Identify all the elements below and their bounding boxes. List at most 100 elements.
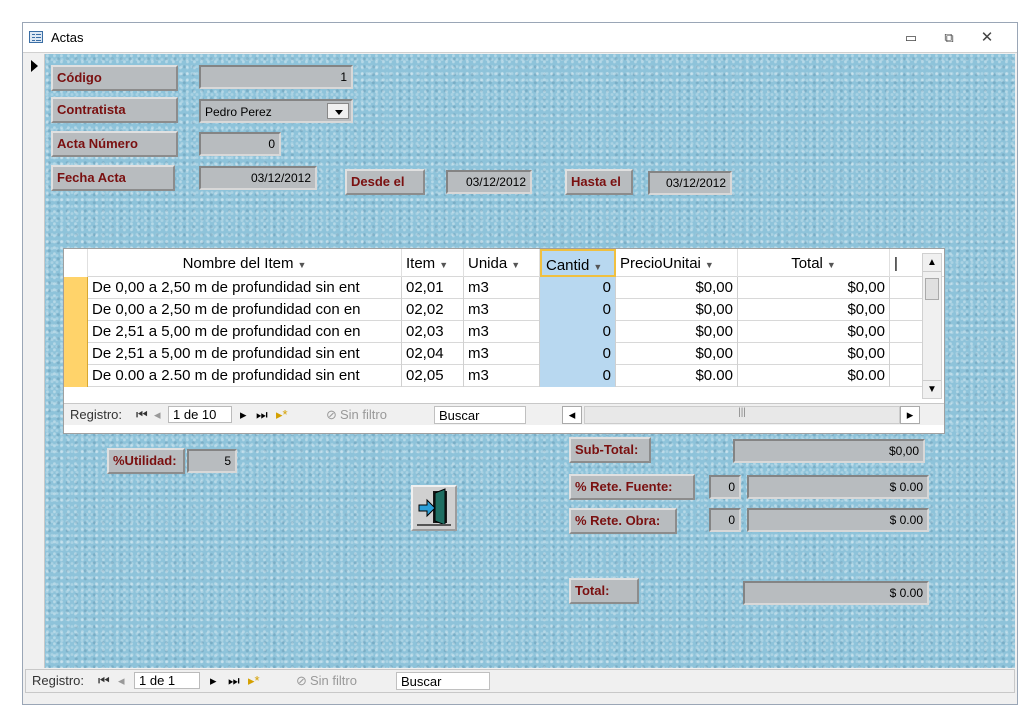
fecha-acta-field[interactable]: 03/12/2012 <box>199 166 317 190</box>
grid-position-field[interactable]: 1 de 10 <box>168 406 232 423</box>
table-row[interactable]: De 0,00 a 2,50 m de profundidad sin ent 0… <box>64 277 924 299</box>
cell-nombre[interactable]: De 0.00 a 2.50 m de profundidad sin ent <box>88 365 402 387</box>
first-record-icon[interactable]: ⏮ <box>136 407 148 423</box>
cell-cantidad[interactable]: 0 <box>540 277 616 299</box>
cell-nombre[interactable]: De 0,00 a 2,50 m de profundidad con en <box>88 299 402 321</box>
form-filter-label[interactable]: Sin filtro <box>310 673 357 688</box>
form-record-navigator: Registro: ⏮ ◂ 1 de 1 ▸ ⏭ ▸* ⊘ Sin filtro… <box>25 669 1015 693</box>
hasta-field[interactable]: 03/12/2012 <box>648 171 732 195</box>
cell-precio[interactable]: $0,00 <box>616 321 738 343</box>
last-record-icon[interactable]: ⏭ <box>228 673 240 689</box>
row-selector[interactable] <box>64 321 88 343</box>
desde-field[interactable]: 03/12/2012 <box>446 170 532 194</box>
total-field: $ 0.00 <box>743 581 929 605</box>
row-selector[interactable] <box>64 277 88 299</box>
rete-obra-pct[interactable]: 0 <box>709 508 741 532</box>
new-record-icon[interactable]: ▸* <box>248 673 260 689</box>
prev-record-icon[interactable]: ◂ <box>118 673 125 689</box>
scroll-thumb[interactable] <box>925 278 939 300</box>
chevron-down-icon[interactable] <box>327 103 349 119</box>
chevron-down-icon: ▼ <box>826 260 836 270</box>
grid-search-input[interactable]: Buscar <box>434 406 526 424</box>
cell-item[interactable]: 02,04 <box>402 343 464 365</box>
chevron-down-icon: ▼ <box>511 260 521 270</box>
row-selector[interactable] <box>64 343 88 365</box>
cell-nombre[interactable]: De 0,00 a 2,50 m de profundidad sin ent <box>88 277 402 299</box>
minimize-button[interactable]: ▭ <box>901 29 921 47</box>
col-unidad[interactable]: Unida ▼ <box>464 249 540 277</box>
grid-filter-label[interactable]: Sin filtro <box>340 407 387 422</box>
col-extra[interactable]: | <box>890 249 920 277</box>
cell-precio[interactable]: $0,00 <box>616 343 738 365</box>
utilidad-field[interactable]: 5 <box>187 449 237 473</box>
cell-total[interactable]: $0.00 <box>738 365 890 387</box>
cell-unidad[interactable]: m3 <box>464 321 540 343</box>
col-cantidad[interactable]: Cantid ▼ <box>540 249 616 277</box>
desde-label: Desde el <box>345 169 425 195</box>
table-row[interactable]: De 2,51 a 5,00 m de profundidad sin ent 0… <box>64 343 924 365</box>
record-selector[interactable] <box>25 54 45 668</box>
new-record-icon[interactable]: ▸* <box>276 407 288 423</box>
cell-unidad[interactable]: m3 <box>464 343 540 365</box>
filter-icon[interactable]: ⊘ <box>326 407 337 423</box>
scroll-down-icon[interactable]: ▼ <box>923 380 941 398</box>
prev-record-icon[interactable]: ◂ <box>154 407 161 423</box>
cell-precio[interactable]: $0,00 <box>616 299 738 321</box>
row-selector[interactable] <box>64 299 88 321</box>
col-precio[interactable]: PrecioUnitai ▼ <box>616 249 738 277</box>
grid-vertical-scrollbar[interactable]: ▲ ▼ <box>922 253 942 399</box>
grid-horizontal-scrollbar[interactable]: ||| <box>584 406 900 424</box>
scroll-right-icon[interactable]: ▸ <box>900 406 920 424</box>
contratista-combo[interactable]: Pedro Perez <box>199 99 353 123</box>
cell-item[interactable]: 02,03 <box>402 321 464 343</box>
scroll-left-icon[interactable]: ◂ <box>562 406 582 424</box>
col-nombre[interactable]: Nombre del Item ▼ <box>88 249 402 277</box>
last-record-icon[interactable]: ⏭ <box>256 407 268 423</box>
cell-precio[interactable]: $0,00 <box>616 277 738 299</box>
cell-item[interactable]: 02,02 <box>402 299 464 321</box>
codigo-field[interactable]: 1 <box>199 65 353 89</box>
cell-unidad[interactable]: m3 <box>464 299 540 321</box>
restore-button[interactable]: ⧉ <box>939 29 959 47</box>
cell-precio[interactable]: $0.00 <box>616 365 738 387</box>
table-row[interactable]: De 0.00 a 2.50 m de profundidad sin ent 0… <box>64 365 924 387</box>
col-item[interactable]: Item ▼ <box>402 249 464 277</box>
cell-cantidad[interactable]: 0 <box>540 299 616 321</box>
next-record-icon[interactable]: ▸ <box>210 673 217 689</box>
exit-door-icon <box>417 488 451 526</box>
cell-item[interactable]: 02,05 <box>402 365 464 387</box>
contratista-value: Pedro Perez <box>205 105 272 119</box>
items-subform: Nombre del Item ▼ Item ▼ Unida ▼ Cantid ▼ Pr… <box>63 248 945 434</box>
cell-total[interactable]: $0,00 <box>738 343 890 365</box>
scroll-up-icon[interactable]: ▲ <box>923 254 941 272</box>
cell-cantidad[interactable]: 0 <box>540 343 616 365</box>
close-button[interactable]: ✕ <box>977 29 997 47</box>
table-row[interactable]: De 2,51 a 5,00 m de profundidad con en 02… <box>64 321 924 343</box>
table-row[interactable]: De 0,00 a 2,50 m de profundidad con en 02… <box>64 299 924 321</box>
next-record-icon[interactable]: ▸ <box>240 407 247 423</box>
cell-nombre[interactable]: De 2,51 a 5,00 m de profundidad con en <box>88 321 402 343</box>
row-selector[interactable] <box>64 365 88 387</box>
cell-total[interactable]: $0,00 <box>738 277 890 299</box>
grid-record-navigator: Registro: ⏮ ◂ 1 de 10 ▸ ⏭ ▸* ⊘ Sin filtr… <box>64 403 944 425</box>
cell-cantidad[interactable]: 0 <box>540 321 616 343</box>
col-item-label: Item <box>406 255 436 272</box>
first-record-icon[interactable]: ⏮ <box>98 673 110 689</box>
cell-item[interactable]: 02,01 <box>402 277 464 299</box>
cell-unidad[interactable]: m3 <box>464 277 540 299</box>
cell-unidad[interactable]: m3 <box>464 365 540 387</box>
title-bar: Actas ▭ ⧉ ✕ <box>23 23 1017 53</box>
col-total[interactable]: Total ▼ <box>738 249 890 277</box>
cell-cantidad[interactable]: 0 <box>540 365 616 387</box>
select-all-corner[interactable] <box>64 249 88 277</box>
form-search-input[interactable]: Buscar <box>396 672 490 690</box>
filter-icon[interactable]: ⊘ <box>296 673 307 689</box>
exit-button[interactable] <box>411 485 457 531</box>
cell-nombre[interactable]: De 2,51 a 5,00 m de profundidad sin ent <box>88 343 402 365</box>
acta-numero-field[interactable]: 0 <box>199 132 281 156</box>
form-position-field[interactable]: 1 de 1 <box>134 672 200 689</box>
cell-total[interactable]: $0,00 <box>738 321 890 343</box>
rete-fuente-pct[interactable]: 0 <box>709 475 741 499</box>
cell-total[interactable]: $0,00 <box>738 299 890 321</box>
codigo-label: Código <box>51 65 178 91</box>
